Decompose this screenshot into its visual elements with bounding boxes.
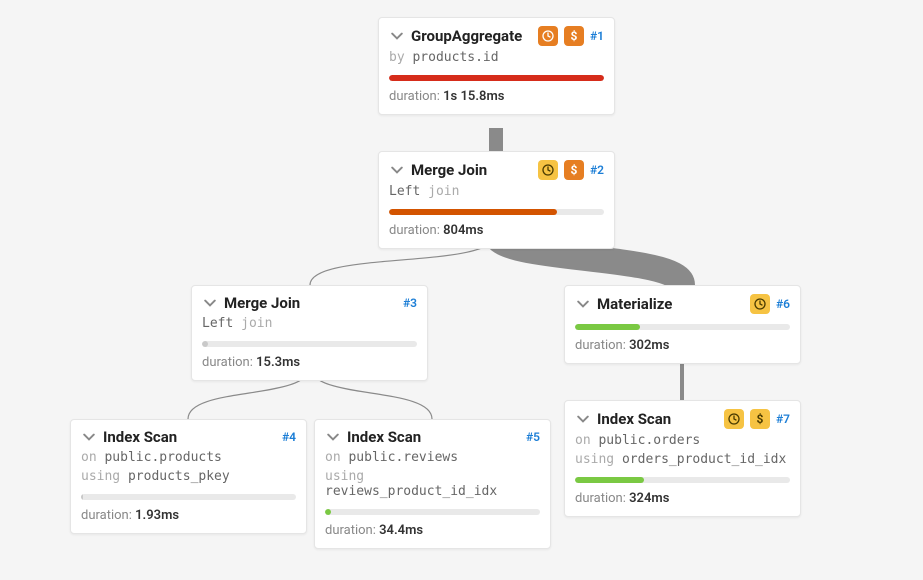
node-header: Materialize #6 (575, 294, 790, 314)
node-header: Merge Join #3 (202, 294, 417, 312)
chevron-down-icon[interactable] (575, 411, 591, 427)
node-title: Materialize (597, 295, 672, 313)
duration-text: duration: 302ms (575, 338, 790, 353)
node-title: GroupAggregate (411, 27, 522, 45)
plan-node-2[interactable]: Merge Join $ #2 Left join duration: 804m… (378, 151, 615, 249)
duration-text: duration: 1.93ms (81, 508, 296, 523)
clock-icon (724, 409, 744, 429)
node-header: Index Scan $ #7 (575, 409, 790, 429)
duration-bar (389, 75, 604, 81)
node-header: Index Scan #5 (325, 428, 540, 446)
cost-icon: $ (750, 409, 770, 429)
node-title: Index Scan (597, 410, 671, 428)
node-title: Merge Join (224, 294, 300, 312)
chevron-down-icon[interactable] (325, 429, 341, 445)
duration-text: duration: 804ms (389, 223, 604, 238)
chevron-down-icon[interactable] (81, 429, 97, 445)
node-number[interactable]: #5 (526, 430, 540, 444)
clock-icon (538, 160, 558, 180)
node-header: GroupAggregate $ #1 (389, 26, 604, 46)
node-header: Merge Join $ #2 (389, 160, 604, 180)
chevron-down-icon[interactable] (575, 296, 591, 312)
plan-node-5[interactable]: Index Scan #5 on public.reviews using re… (314, 419, 551, 549)
duration-bar (389, 209, 604, 215)
chevron-down-icon[interactable] (202, 295, 218, 311)
node-detail-using: using reviews_product_id_idx (325, 469, 540, 499)
duration-text: duration: 15.3ms (202, 355, 417, 370)
plan-node-4[interactable]: Index Scan #4 on public.products using p… (70, 419, 307, 534)
cost-icon: $ (564, 26, 584, 46)
duration-bar (575, 477, 790, 483)
node-number[interactable]: #3 (403, 296, 417, 310)
node-number[interactable]: #6 (776, 297, 790, 311)
node-detail-on: on public.reviews (325, 450, 540, 465)
node-header: Index Scan #4 (81, 428, 296, 446)
node-detail-using: using products_pkey (81, 469, 296, 484)
chevron-down-icon[interactable] (389, 28, 405, 44)
duration-text: duration: 324ms (575, 491, 790, 506)
cost-icon: $ (564, 160, 584, 180)
node-detail-on: on public.products (81, 450, 296, 465)
clock-icon (750, 294, 770, 314)
node-number[interactable]: #4 (282, 430, 296, 444)
plan-node-6[interactable]: Materialize #6 duration: 302ms (564, 285, 801, 364)
duration-text: duration: 34.4ms (325, 523, 540, 538)
query-plan-diagram: GroupAggregate $ #1 by products.id durat… (0, 0, 923, 580)
plan-node-1[interactable]: GroupAggregate $ #1 by products.id durat… (378, 17, 615, 115)
duration-bar (575, 324, 790, 330)
duration-bar (325, 509, 540, 515)
chevron-down-icon[interactable] (389, 162, 405, 178)
node-detail: Left join (389, 184, 604, 199)
node-detail: by products.id (389, 50, 604, 65)
clock-icon (538, 26, 558, 46)
node-detail-using: using orders_product_id_idx (575, 452, 790, 467)
duration-text: duration: 1s 15.8ms (389, 89, 604, 104)
node-number[interactable]: #1 (590, 29, 604, 43)
node-detail-on: on public.orders (575, 433, 790, 448)
node-number[interactable]: #2 (590, 163, 604, 177)
duration-bar (81, 494, 296, 500)
node-title: Index Scan (103, 428, 177, 446)
duration-bar (202, 341, 417, 347)
node-number[interactable]: #7 (776, 412, 790, 426)
plan-node-3[interactable]: Merge Join #3 Left join duration: 15.3ms (191, 285, 428, 381)
node-title: Index Scan (347, 428, 421, 446)
plan-node-7[interactable]: Index Scan $ #7 on public.orders using o… (564, 400, 801, 517)
node-detail: Left join (202, 316, 417, 331)
node-title: Merge Join (411, 161, 487, 179)
